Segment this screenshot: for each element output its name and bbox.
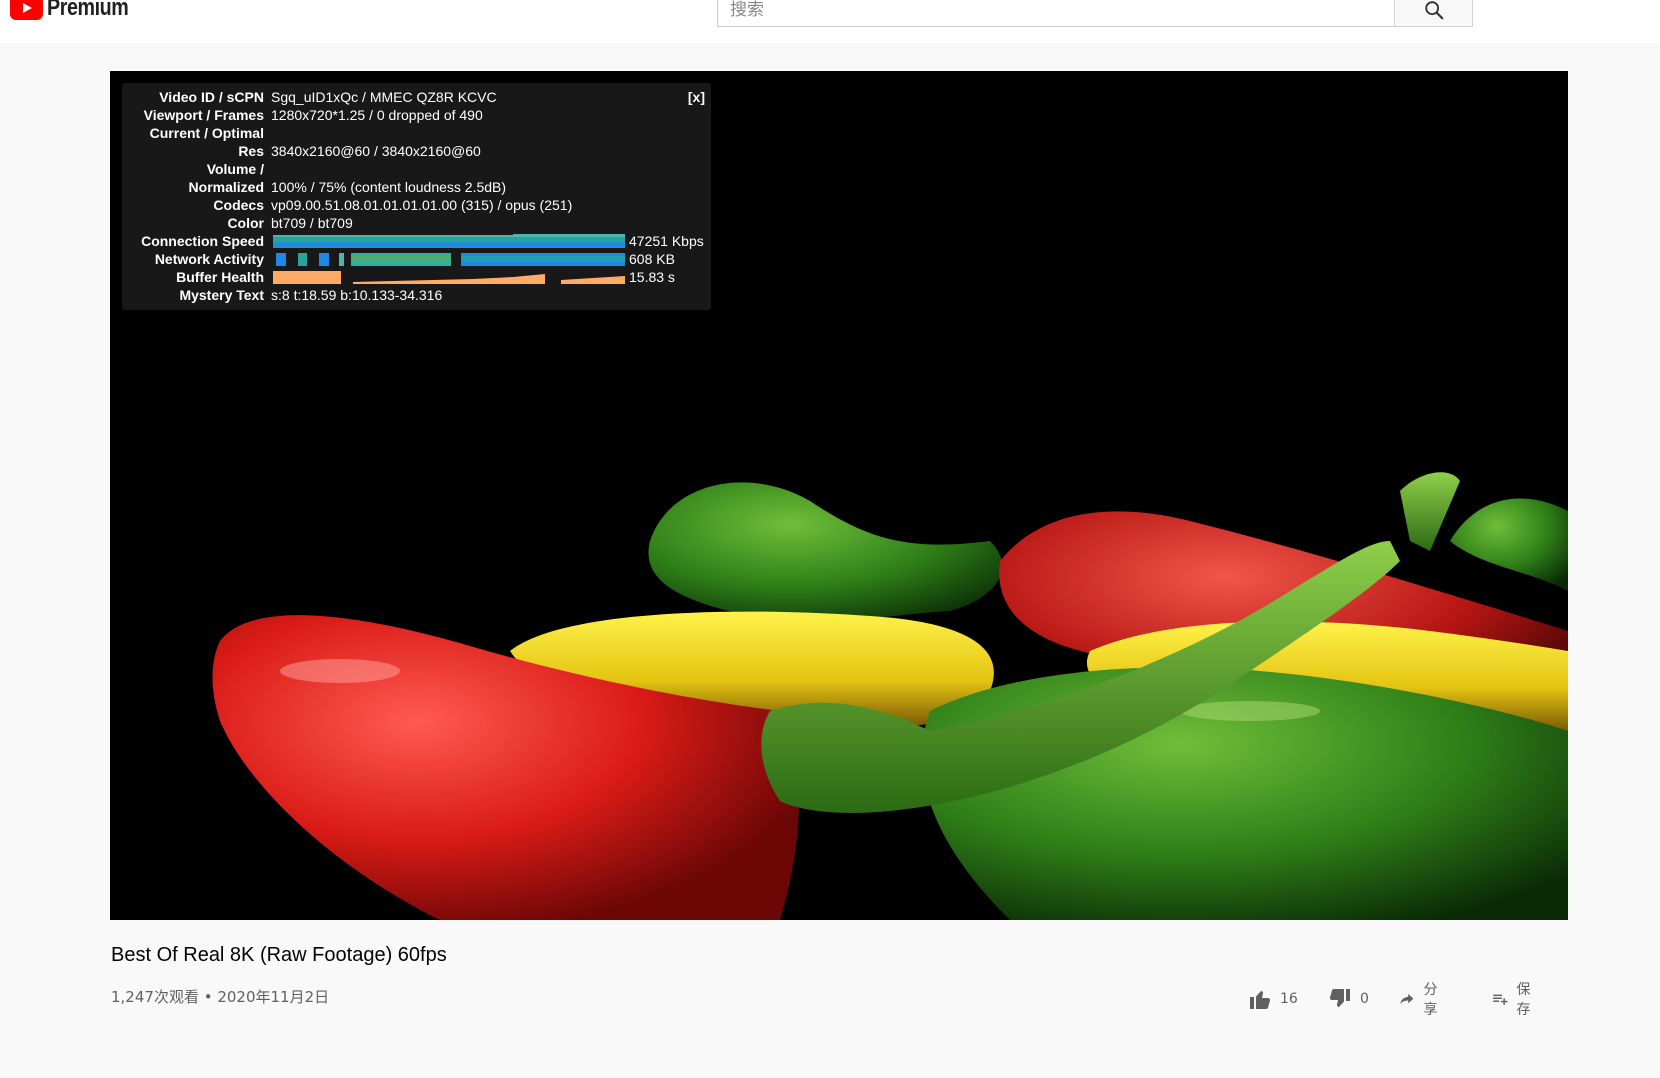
save-button[interactable]: 保存 — [1491, 982, 1537, 1018]
like-count: 16 — [1280, 991, 1298, 1007]
stat-label: Res — [238, 143, 264, 159]
connection-speed-graph — [273, 234, 625, 248]
dislike-count: 0 — [1360, 991, 1369, 1007]
thumbs-up-icon — [1250, 991, 1271, 1009]
stat-value: Sgq_uID1xQc / MMEC QZ8R KCVC — [271, 89, 497, 105]
stat-label: Connection Speed — [141, 233, 264, 249]
stats-close-button[interactable]: [x] — [688, 89, 705, 105]
thumbs-down-icon — [1329, 989, 1350, 1007]
stat-label: Codecs — [213, 197, 264, 213]
search-icon — [1424, 0, 1443, 19]
stat-value: 1280x720*1.25 / 0 dropped of 490 — [271, 107, 483, 123]
share-button[interactable]: 分享 — [1398, 982, 1444, 1018]
search-button[interactable] — [1394, 0, 1473, 27]
search-box — [717, 0, 1394, 27]
stat-label: Normalized — [188, 179, 264, 195]
buffer-health-graph — [273, 271, 625, 284]
save-label: 保存 — [1516, 982, 1531, 1018]
playlist-add-icon — [1493, 994, 1508, 1005]
network-activity-value: 608 KB — [629, 251, 675, 267]
stat-label: Mystery Text — [179, 287, 264, 303]
search-input[interactable] — [718, 0, 1394, 26]
dislike-button[interactable]: 0 — [1328, 986, 1369, 1012]
logo-text: Premium — [47, 0, 129, 21]
stat-value: vp09.00.51.08.01.01.01.01.00 (315) / opu… — [271, 197, 573, 213]
share-icon — [1400, 993, 1414, 1005]
stat-label: Volume / — [206, 161, 264, 177]
stats-for-nerds-panel: [x] Video ID / sCPN Sgq_uID1xQc / MMEC Q… — [122, 83, 711, 310]
stat-label: Viewport / Frames — [143, 107, 264, 123]
stat-label: Network Activity — [154, 251, 264, 267]
video-player[interactable]: [x] Video ID / sCPN Sgq_uID1xQc / MMEC Q… — [110, 71, 1568, 920]
youtube-premium-logo[interactable]: Premium — [10, 0, 146, 23]
stat-label: Buffer Health — [176, 269, 264, 285]
like-button[interactable]: 16 — [1248, 986, 1298, 1012]
stat-value: 3840x2160@60 / 3840x2160@60 — [271, 143, 481, 159]
video-title: Best Of Real 8K (Raw Footage) 60fps — [111, 944, 447, 966]
stat-value: s:8 t:18.59 b:10.133-34.316 — [271, 287, 443, 303]
stat-value: bt709 / bt709 — [271, 215, 353, 231]
stat-label: Current / Optimal — [149, 125, 264, 141]
network-activity-graph — [276, 253, 625, 266]
stat-label: Video ID / sCPN — [159, 89, 264, 105]
masthead: Premium — [0, 0, 1660, 43]
stat-value: 100% / 75% (content loudness 2.5dB) — [271, 179, 507, 195]
video-meta: 1,247次观看 • 2020年11月2日 — [111, 988, 330, 1006]
connection-speed-value: 47251 Kbps — [629, 233, 704, 249]
stat-label: Color — [227, 215, 264, 231]
youtube-logo-icon — [10, 0, 43, 20]
buffer-health-value: 15.83 s — [629, 269, 675, 285]
share-label: 分享 — [1423, 982, 1438, 1018]
